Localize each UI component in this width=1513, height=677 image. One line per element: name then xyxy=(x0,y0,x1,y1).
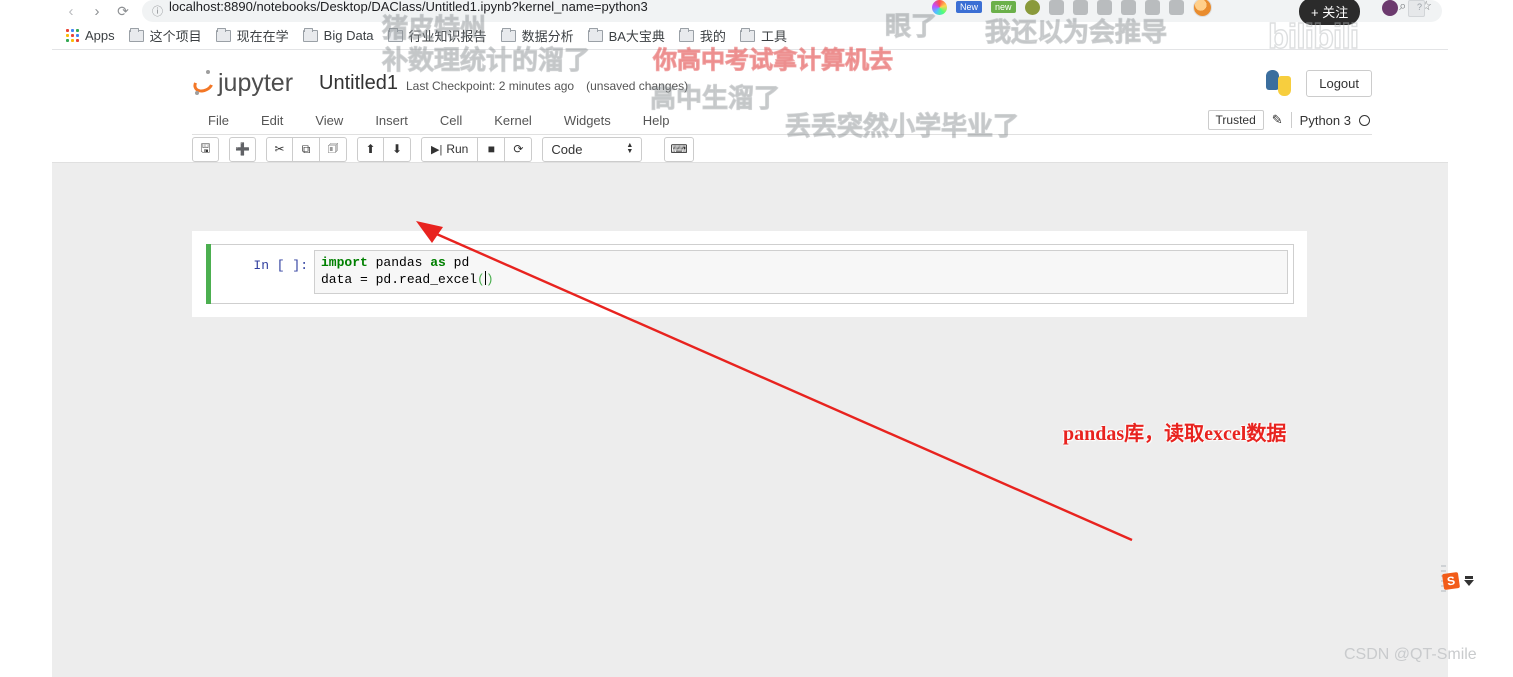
notebook-paper: In [ ]: import pandas as pd data = pd.re… xyxy=(192,231,1307,317)
folder-icon xyxy=(302,27,318,42)
menu-cell[interactable]: Cell xyxy=(424,109,478,132)
menu-widgets[interactable]: Widgets xyxy=(548,109,627,132)
danmaku-2: 眼了 xyxy=(884,11,938,42)
bookmark-label: Big Data xyxy=(323,28,374,43)
annotation-text: pandas库，读取excel数据 xyxy=(1063,423,1287,445)
copy-button[interactable]: ⧉ xyxy=(293,136,320,162)
menubar-right: Trusted ✎ Python 3 xyxy=(1207,110,1372,130)
code-keyword-as: as xyxy=(430,255,446,270)
toolbar-group-move: ⬆ ⬇ xyxy=(357,136,411,162)
search-icon[interactable]: ⌕ xyxy=(1399,0,1406,14)
site-info-icon[interactable]: ⓘ xyxy=(152,3,163,19)
danmaku-3: 我还以为会推导 xyxy=(984,17,1168,48)
menu-insert[interactable]: Insert xyxy=(359,109,424,132)
command-palette-button[interactable]: ⌨ xyxy=(664,136,694,162)
menu-edit[interactable]: Edit xyxy=(245,109,299,132)
run-button[interactable]: ▶| Run xyxy=(421,136,479,162)
kernel-idle-icon xyxy=(1359,114,1370,126)
interrupt-kernel-button[interactable]: ■ xyxy=(478,136,506,162)
cell-prompt: In [ ]: xyxy=(253,258,308,273)
bilibili-watermark: bilibili xyxy=(1267,17,1360,56)
paste-button[interactable]: 🗊 xyxy=(320,136,347,162)
decorative-purple-icon xyxy=(1382,0,1398,16)
code-text: pd xyxy=(445,255,470,270)
bookmark-folder-2[interactable]: 现在在学 xyxy=(212,24,299,47)
sogou-ime-indicator[interactable]: S xyxy=(1441,570,1487,592)
omnibox-row: ‹ › ⟳ ⓘ localhost:8890/notebooks/Desktop… xyxy=(52,0,1448,25)
bookmark-folder-3[interactable]: Big Data xyxy=(299,26,384,45)
code-cell[interactable]: In [ ]: import pandas as pd data = pd.re… xyxy=(206,244,1294,304)
bookmark-folder-1[interactable]: 这个项目 xyxy=(125,24,212,47)
folder-icon xyxy=(128,27,144,42)
last-checkpoint-label: Last Checkpoint: 2 minutes ago xyxy=(405,79,575,93)
back-icon[interactable]: ‹ xyxy=(58,1,84,21)
avatar[interactable] xyxy=(1192,0,1212,17)
toolbar-group-save: 🖫 xyxy=(192,136,219,162)
bookmark-label: 现在在学 xyxy=(236,29,289,44)
apps-grid-icon xyxy=(66,29,79,42)
move-cell-up-button[interactable]: ⬆ xyxy=(357,136,384,162)
danmaku-6: 高中生溜了 xyxy=(649,83,781,114)
insert-cell-below-button[interactable]: ➕ xyxy=(229,136,256,162)
folder-icon xyxy=(215,27,231,42)
code-close-paren: ) xyxy=(485,272,494,287)
divider xyxy=(1290,112,1292,128)
toolbar-group-insert: ➕ xyxy=(229,136,256,162)
logout-button[interactable]: Logout xyxy=(1306,69,1372,97)
code-text: data = pd.read_excel xyxy=(321,272,478,287)
jupyter-logo-text: jupyter xyxy=(218,69,294,97)
toolbar: 🖫 ➕ ✂ ⧉ 🗊 ⬆ ⬇ ▶| Run ■ ⟳ Code ▲ ▼ ⌨ xyxy=(192,135,1372,163)
bookmark-label: 这个项目 xyxy=(149,29,202,44)
danmaku-5: 你高中考试拿计算机去 xyxy=(653,47,894,75)
jupyter-logo[interactable]: jupyter xyxy=(190,69,294,97)
code-open-paren: ( xyxy=(477,272,485,287)
toolbar-group-run: ▶| Run ■ ⟳ xyxy=(421,136,533,162)
menu-view[interactable]: View xyxy=(299,109,359,132)
danmaku-7: 丢丢突然小学毕业了 xyxy=(784,111,1020,142)
ime-dropdown-icon[interactable] xyxy=(1464,576,1474,586)
extension-new-badge-blue[interactable]: New xyxy=(956,1,983,13)
run-icon: ▶| xyxy=(431,143,443,156)
run-label: Run xyxy=(446,142,469,156)
python-logo-icon xyxy=(1266,70,1292,96)
reload-icon[interactable]: ⟳ xyxy=(110,1,136,21)
sogou-logo-icon: S xyxy=(1441,571,1461,591)
code-line-2: data = pd.read_excel() xyxy=(321,271,1281,288)
kernel-name-label: Python 3 xyxy=(1299,112,1351,128)
bookmark-apps[interactable]: Apps xyxy=(62,26,125,45)
code-line-1: import pandas as pd xyxy=(321,254,1281,271)
cell-type-value: Code xyxy=(551,141,583,157)
menu-file[interactable]: File xyxy=(192,109,245,132)
header-right-controls: Logout xyxy=(1266,69,1372,97)
move-cell-down-button[interactable]: ⬇ xyxy=(384,136,411,162)
jupyter-logo-icon xyxy=(190,70,217,96)
screen: ‹ › ⟳ ⓘ localhost:8890/notebooks/Desktop… xyxy=(0,0,1513,677)
save-button[interactable]: 🖫 xyxy=(192,136,219,162)
toolbar-group-palette: ⌨ xyxy=(664,136,694,162)
restart-kernel-button[interactable]: ⟳ xyxy=(505,136,533,162)
help-box-icon[interactable]: ? xyxy=(1408,0,1425,17)
extension-grey-icon-5[interactable] xyxy=(1168,0,1184,15)
code-keyword-import: import xyxy=(321,255,368,270)
menu-kernel[interactable]: Kernel xyxy=(478,109,548,132)
cell-type-select[interactable]: Code ▲ ▼ xyxy=(542,136,643,162)
pencil-icon[interactable]: ✎ xyxy=(1272,112,1283,128)
chevron-updown-icon: ▲ ▼ xyxy=(626,142,634,155)
danmaku-4: 补数理统计的溜了 xyxy=(381,45,591,76)
jupyter-page: jupyter Untitled1 Last Checkpoint: 2 min… xyxy=(52,50,1448,677)
address-bar[interactable]: ⓘ localhost:8890/notebooks/Desktop/DACla… xyxy=(142,0,1442,22)
left-gutter xyxy=(0,0,52,677)
cell-input-area[interactable]: import pandas as pd data = pd.read_excel… xyxy=(314,250,1288,294)
menu-bar: File Edit View Insert Cell Kernel Widget… xyxy=(192,106,1372,135)
cut-button[interactable]: ✂ xyxy=(266,136,293,162)
toolbar-group-clipboard: ✂ ⧉ 🗊 xyxy=(266,136,347,162)
trusted-badge[interactable]: Trusted xyxy=(1207,110,1264,130)
csdn-watermark: CSDN @QT-Smile xyxy=(1344,646,1477,663)
forward-icon[interactable]: › xyxy=(84,1,110,21)
bookmark-label: Apps xyxy=(85,28,115,43)
code-text: pandas xyxy=(367,255,431,270)
